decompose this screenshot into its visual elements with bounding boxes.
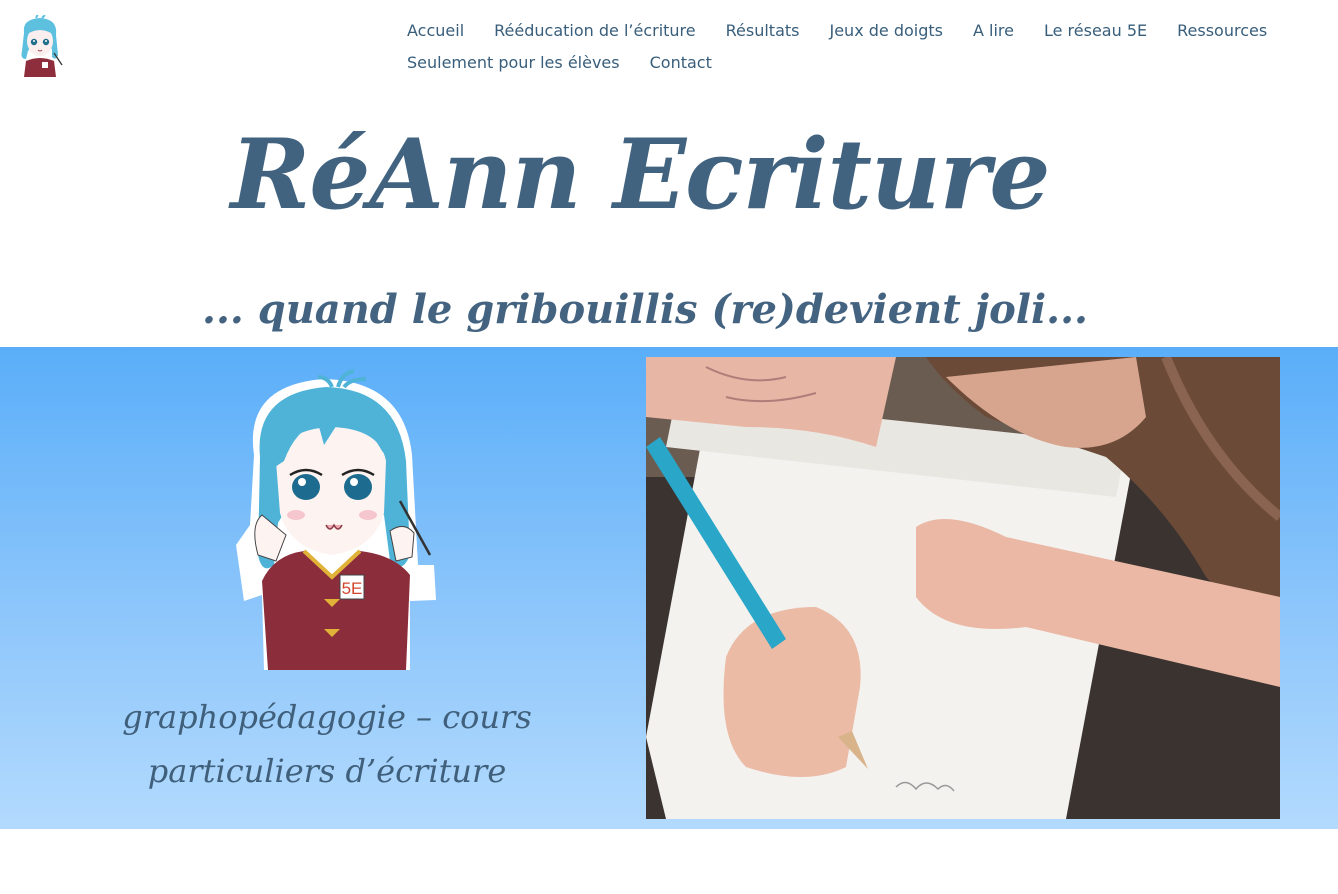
character-illustration: 5E [236,369,436,670]
nav-item-reseau-5e[interactable]: Le réseau 5E [1029,18,1162,43]
nav-item-ressources[interactable]: Ressources [1162,18,1282,43]
nav-item-a-lire[interactable]: A lire [958,18,1029,43]
nav-item-jeux-de-doigts[interactable]: Jeux de doigts [814,18,958,43]
hero-caption-line-2: particuliers d’écriture [147,752,507,790]
site-title: RéAnn Ecriture [230,118,1051,231]
site-tagline: ... quand le gribouillis (re)devient jol… [202,286,1088,333]
nav-item-contact[interactable]: Contact [635,50,727,75]
nav-item-eleves[interactable]: Seulement pour les élèves [392,50,635,75]
page: Accueil Rééducation de l’écriture Résult… [0,0,1338,894]
nav-item-reeducation[interactable]: Rééducation de l’écriture [479,18,710,43]
badge-5e: 5E [342,579,363,598]
hero-section: 5E graphopédagogie – cours particuliers … [0,347,1338,829]
child-writing-photo [646,357,1280,819]
main-navigation: Accueil Rééducation de l’écriture Résult… [392,18,1287,75]
hero-caption-line-1: graphopédagogie – cours [122,698,532,736]
site-logo[interactable] [14,15,66,77]
nav-item-accueil[interactable]: Accueil [392,18,479,43]
nav-item-resultats[interactable]: Résultats [711,18,815,43]
hero-caption: graphopédagogie – cours particuliers d’é… [80,690,574,798]
